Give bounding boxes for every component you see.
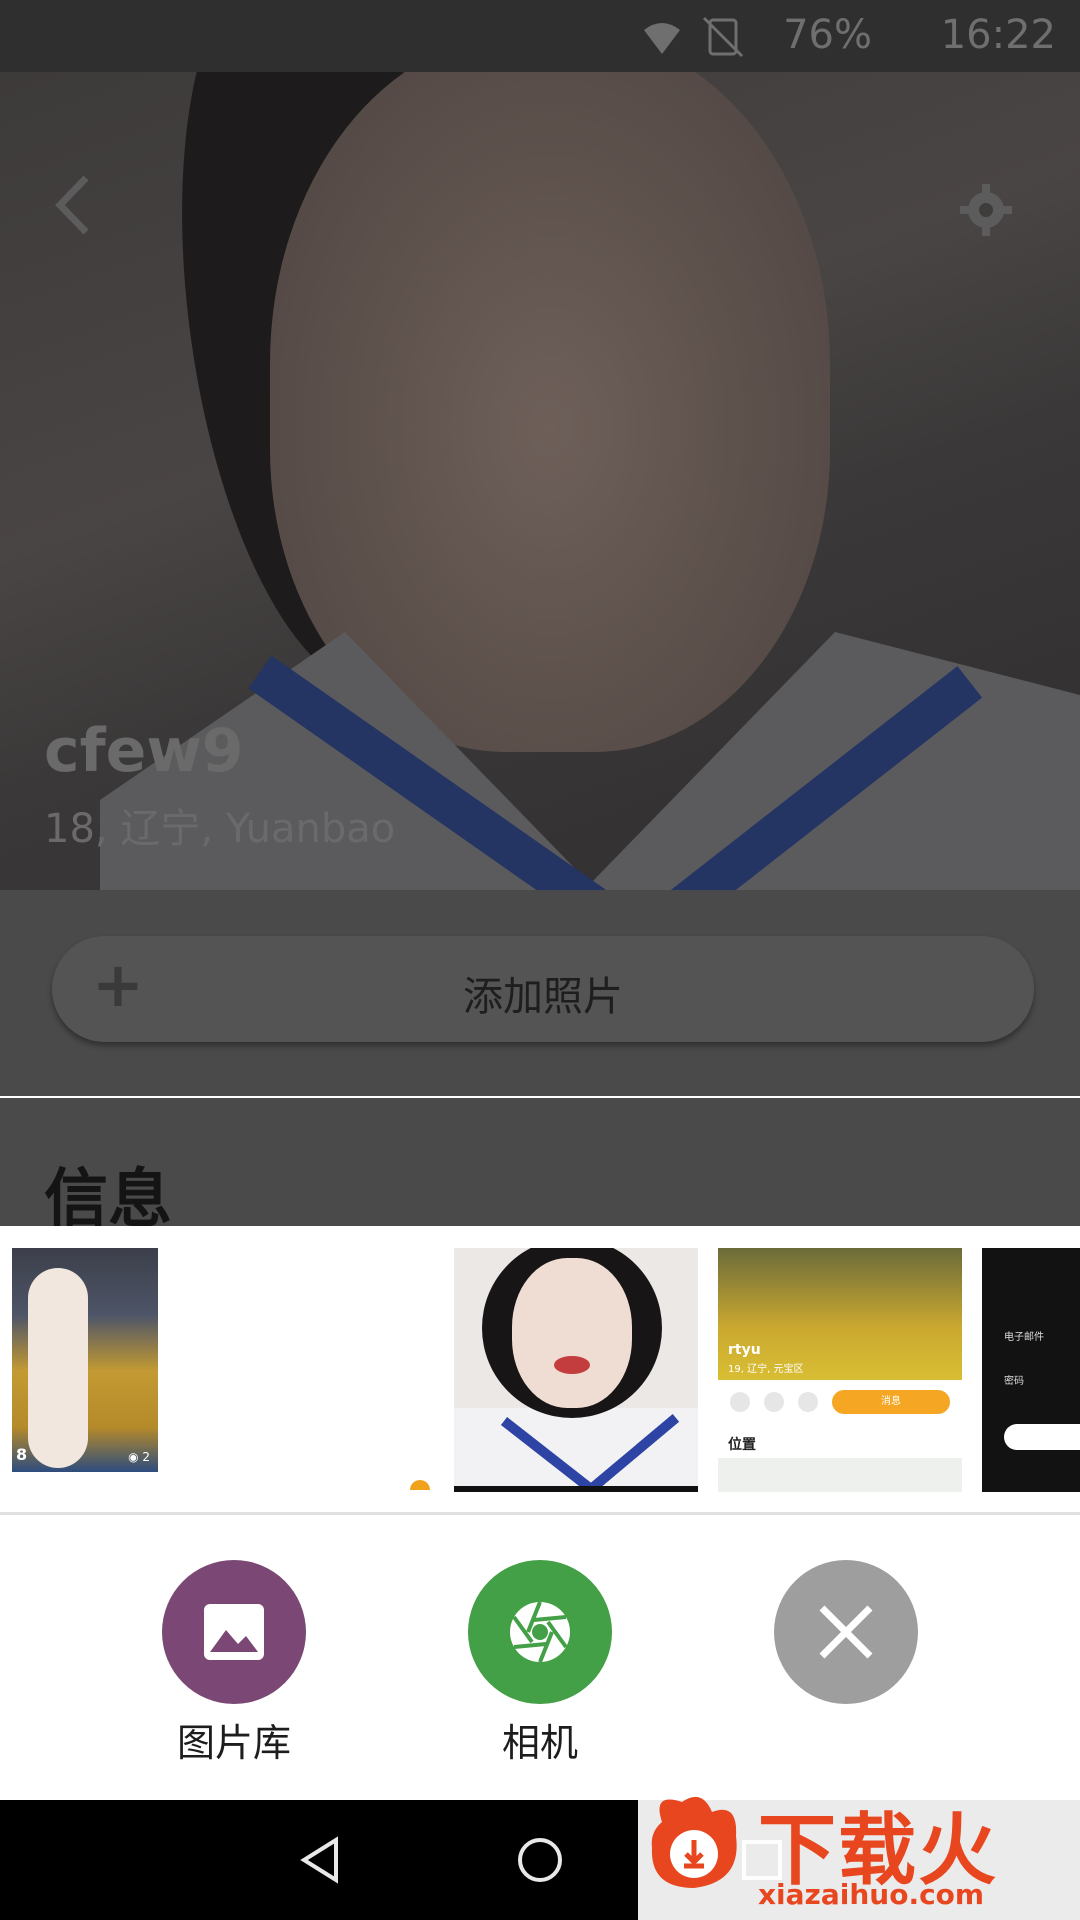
image-icon	[204, 1604, 264, 1660]
gear-icon	[960, 184, 1012, 236]
chevron-left-icon	[55, 175, 89, 235]
thumb-password-label: 密码	[1004, 1376, 1024, 1387]
profile-name: cfew9	[44, 716, 244, 786]
recent-screenshot-thumbnail[interactable]: rtyu 19, 辽宁, 元宝区 消息 位置	[718, 1248, 962, 1492]
flame-logo-icon	[651, 1796, 737, 1888]
status-bar: 76% 16:22	[0, 0, 1080, 72]
recent-screenshot-thumbnail[interactable]: 电子邮件 密码	[982, 1248, 1080, 1492]
gallery-label: 图片库	[176, 1721, 291, 1765]
recent-photo-thumbnail[interactable]: 8 ◉ 2	[12, 1248, 158, 1472]
wifi-icon	[644, 23, 680, 54]
back-button[interactable]	[48, 170, 98, 240]
add-photo-label: 添加照片	[463, 974, 623, 1020]
close-button[interactable]	[774, 1560, 918, 1704]
thumb-profile-sub: 19, 辽宁, 元宝区	[728, 1364, 804, 1375]
settings-button[interactable]	[956, 180, 1016, 240]
nav-back-button[interactable]	[292, 1830, 352, 1890]
signal-icons	[640, 14, 750, 62]
nav-home-button[interactable]	[510, 1830, 570, 1890]
gallery-button[interactable]	[162, 1560, 306, 1704]
gallery-action[interactable]: 图片库	[154, 1560, 314, 1767]
close-action[interactable]	[766, 1560, 926, 1704]
camera-action[interactable]: 相机	[460, 1560, 620, 1767]
thumb-email-label: 电子邮件	[1004, 1332, 1044, 1343]
photo-count-label: 8	[16, 1445, 28, 1464]
profile-subtitle: 18, 辽宁, Yuanbao	[44, 806, 396, 852]
camera-button[interactable]	[468, 1560, 612, 1704]
recent-photo-thumbnail[interactable]	[454, 1248, 698, 1492]
watermark: 下载火 xiazaihuo.com	[638, 1782, 1080, 1920]
camera-label: 相机	[501, 1721, 578, 1765]
thumb-message-button: 消息	[832, 1390, 950, 1414]
thumb-location-title: 位置	[728, 1437, 756, 1453]
battery-percent: 76%	[783, 12, 872, 58]
add-photo-button[interactable]: + 添加照片	[52, 936, 1034, 1042]
watermark-url: xiazaihuo.com	[758, 1878, 985, 1911]
camera-count: ◉ 2	[128, 1450, 150, 1464]
circle-home-icon	[518, 1838, 562, 1882]
divider	[0, 1512, 1080, 1515]
clock: 16:22	[940, 12, 1056, 58]
aperture-icon	[510, 1601, 570, 1663]
close-icon	[819, 1605, 873, 1659]
triangle-back-icon	[300, 1836, 338, 1884]
thumb-profile-name: rtyu	[728, 1342, 761, 1358]
